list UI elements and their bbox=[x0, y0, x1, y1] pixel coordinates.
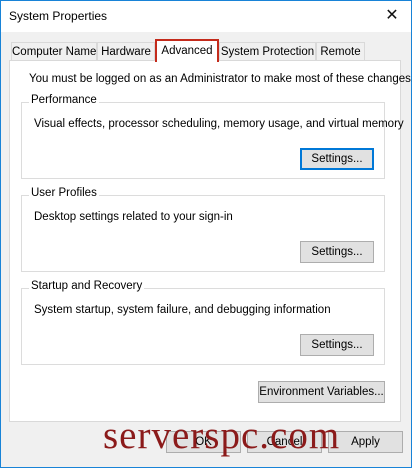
performance-title: Performance bbox=[29, 94, 99, 106]
user-profiles-description: Desktop settings related to your sign-in bbox=[34, 211, 233, 223]
tab-computer-name[interactable]: Computer Name bbox=[11, 42, 97, 60]
performance-description: Visual effects, processor scheduling, me… bbox=[34, 118, 404, 130]
close-icon[interactable]: ✕ bbox=[381, 5, 403, 27]
user-profiles-title: User Profiles bbox=[29, 187, 99, 199]
tab-remote[interactable]: Remote bbox=[316, 42, 365, 60]
admin-note: You must be logged on as an Administrato… bbox=[29, 73, 412, 85]
tab-system-protection[interactable]: System Protection bbox=[219, 42, 316, 60]
user-profiles-settings-button[interactable]: Settings... bbox=[300, 241, 374, 263]
cancel-button[interactable]: Cancel bbox=[247, 431, 322, 453]
apply-button[interactable]: Apply bbox=[328, 431, 403, 453]
tab-hardware[interactable]: Hardware bbox=[97, 42, 155, 60]
window-title: System Properties bbox=[9, 9, 108, 23]
startup-recovery-group: Startup and Recovery System startup, sys… bbox=[21, 280, 385, 365]
startup-recovery-title: Startup and Recovery bbox=[29, 280, 145, 292]
tab-advanced[interactable]: Advanced bbox=[155, 39, 219, 62]
user-profiles-group: User Profiles Desktop settings related t… bbox=[21, 187, 385, 272]
startup-recovery-description: System startup, system failure, and debu… bbox=[34, 304, 331, 316]
environment-variables-button[interactable]: Environment Variables... bbox=[258, 381, 385, 403]
ok-button[interactable]: OK bbox=[166, 431, 241, 453]
performance-settings-button[interactable]: Settings... bbox=[300, 148, 374, 170]
advanced-tab-panel: You must be logged on as an Administrato… bbox=[9, 60, 412, 422]
startup-recovery-settings-button[interactable]: Settings... bbox=[300, 334, 374, 356]
system-properties-window: System Properties ✕ Computer Name Hardwa… bbox=[0, 0, 412, 468]
performance-group: Performance Visual effects, processor sc… bbox=[21, 94, 404, 179]
title-bar[interactable]: System Properties ✕ bbox=[1, 1, 411, 32]
